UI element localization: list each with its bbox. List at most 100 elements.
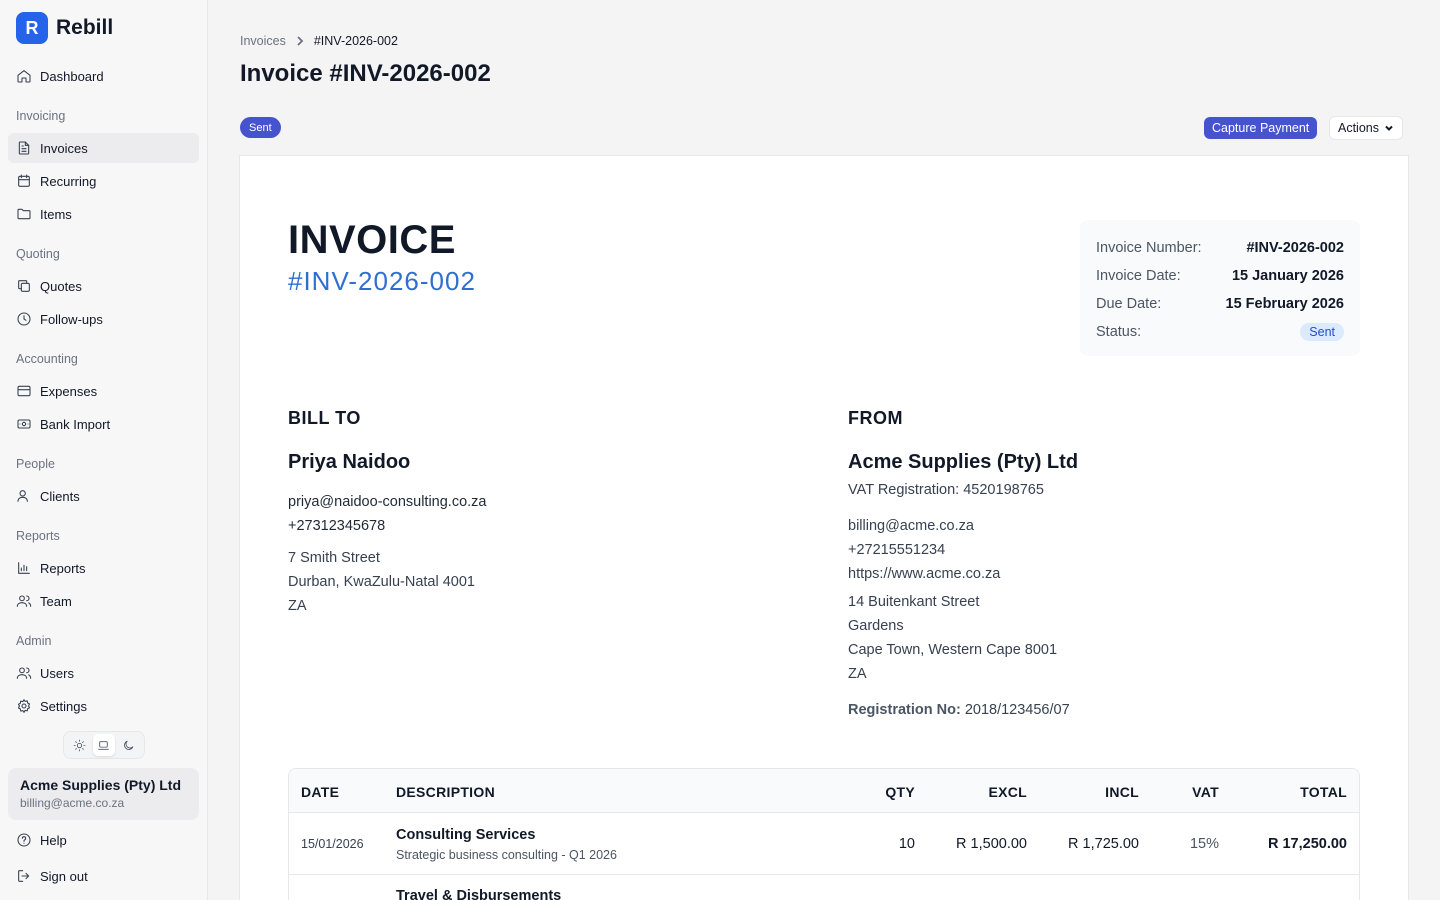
from-registration: Registration No: 2018/123456/07 [848,702,1070,718]
home-icon [17,70,31,83]
sidebar-item-recurring[interactable]: Recurring [8,166,199,196]
actions-dropdown-button[interactable]: Actions [1329,116,1403,140]
sidebar-item-label: Items [40,206,72,222]
from-title: FROM [848,408,903,428]
section-label-quoting: Quoting [16,247,60,261]
sidebar-item-settings[interactable]: Settings [8,691,199,721]
bill-to-city: Durban, KwaZulu-Natal 4001 [288,574,475,590]
from-city: Cape Town, Western Cape 8001 [848,642,1058,658]
invoice-document: INVOICE #INV-2026-002 Invoice Number: #I… [239,155,1409,900]
bill-to-street: 7 Smith Street [288,550,380,566]
breadcrumb-invoices-link[interactable]: Invoices [240,34,286,48]
registration-label: Registration No: [848,702,961,718]
brand[interactable]: R Rebill [16,12,113,44]
account-email: billing@acme.co.za [20,796,125,810]
section-label-invoicing: Invoicing [16,109,66,123]
sidebar-item-team[interactable]: Team [8,586,199,616]
from-country: ZA [848,666,867,682]
bill-to-title: BILL TO [288,408,361,428]
from-phone: +27215551234 [848,542,946,558]
line-date: 15/01/2026 [301,837,364,851]
from-vat: VAT Registration: 4520198765 [848,482,1044,498]
section-label-admin: Admin [16,634,52,648]
sidebar: R Rebill Dashboard Invoicing Invoices Re… [0,0,208,900]
sidebar-item-quotes[interactable]: Quotes [8,271,199,301]
meta-status-badge: Sent [1300,323,1344,341]
brand-name: Rebill [56,16,114,39]
meta-due-label: Due Date: [1096,296,1162,312]
invoice-heading: INVOICE [288,218,456,262]
table-header: DATE DESCRIPTION QTY EXCL INCL VAT TOTAL [289,769,1359,813]
sidebar-item-expenses[interactable]: Expenses [8,376,199,406]
sidebar-item-invoices[interactable]: Invoices [8,133,199,163]
column-header-date: DATE [301,784,340,800]
banknote-icon [17,419,31,429]
users-icon [16,667,32,679]
line-vat: 15% [1189,836,1219,852]
sidebar-item-dashboard[interactable]: Dashboard [8,61,199,91]
sidebar-item-label: Users [40,665,74,681]
column-header-description: DESCRIPTION [396,784,495,800]
status-badge: Sent [240,117,281,138]
invoice-number: #INV-2026-002 [288,266,476,296]
line-title: Consulting Services [396,827,536,843]
sidebar-item-reports[interactable]: Reports [8,553,199,583]
table-row[interactable]: Travel & Disbursements [289,876,1359,900]
meta-date-value: 15 January 2026 [1231,268,1344,284]
column-header-total: TOTAL [1300,784,1347,800]
chevron-right-icon [297,36,304,46]
sidebar-item-bank-import[interactable]: Bank Import [8,409,199,439]
sign-out-link[interactable]: Sign out [8,861,199,891]
sidebar-item-label: Follow-ups [40,311,103,327]
from-website: https://www.acme.co.za [848,566,1001,582]
sidebar-item-label: Expenses [40,383,98,399]
users-icon [16,595,32,607]
sidebar-item-followups[interactable]: Follow-ups [8,304,199,334]
sidebar-item-label: Clients [40,488,80,504]
account-card[interactable]: Acme Supplies (Pty) Ltd billing@acme.co.… [8,768,199,820]
column-header-vat: VAT [1192,784,1219,800]
capture-payment-button[interactable]: Capture Payment [1204,117,1318,139]
sidebar-item-label: Recurring [40,173,97,189]
help-label: Help [40,832,67,848]
laptop-icon [98,740,110,750]
page-title: Invoice #INV-2026-002 [240,60,491,87]
sidebar-item-clients[interactable]: Clients [8,481,199,511]
meta-due-value: 15 February 2026 [1225,296,1345,312]
sidebar-item-items[interactable]: Items [8,199,199,229]
credit-card-icon [17,385,31,397]
section-label-reports: Reports [16,529,60,543]
clock-icon [17,312,31,326]
bill-to-name: Priya Naidoo [288,451,411,473]
sidebar-item-label: Invoices [40,140,88,156]
registration-value: 2018/123456/07 [964,702,1070,718]
sun-icon [73,739,86,751]
sidebar-item-label: Team [40,593,72,609]
meta-number-label: Invoice Number: [1096,240,1202,256]
theme-system-button[interactable] [92,734,115,756]
account-name: Acme Supplies (Pty) Ltd [20,777,182,793]
help-link[interactable]: Help [8,825,199,855]
line-detail: Strategic business consulting - Q1 2026 [396,848,617,862]
sidebar-item-users[interactable]: Users [8,658,199,688]
from-street: 14 Buitenkant Street [848,594,980,610]
meta-status-label: Status: [1096,324,1142,340]
user-icon [17,490,28,502]
meta-number-value: #INV-2026-002 [1246,240,1344,256]
actions-label: Actions [1338,121,1379,135]
column-header-excl: EXCL [988,784,1027,800]
bill-to-country: ZA [288,598,307,614]
theme-light-button[interactable] [68,734,90,756]
from-suburb: Gardens [848,618,904,634]
bill-to-phone: +27312345678 [288,518,386,534]
column-header-qty: QTY [885,784,915,800]
table-row[interactable]: 15/01/2026 Consulting Services Strategic… [289,813,1359,875]
file-text-icon [18,141,30,155]
brand-logo-icon: R [16,12,48,44]
theme-dark-button[interactable] [118,734,140,756]
bill-to-email: priya@naidoo-consulting.co.za [288,494,487,510]
sidebar-item-label: Quotes [40,278,82,294]
from-email: billing@acme.co.za [848,518,974,534]
section-label-accounting: Accounting [16,352,78,366]
log-out-icon [18,870,30,882]
